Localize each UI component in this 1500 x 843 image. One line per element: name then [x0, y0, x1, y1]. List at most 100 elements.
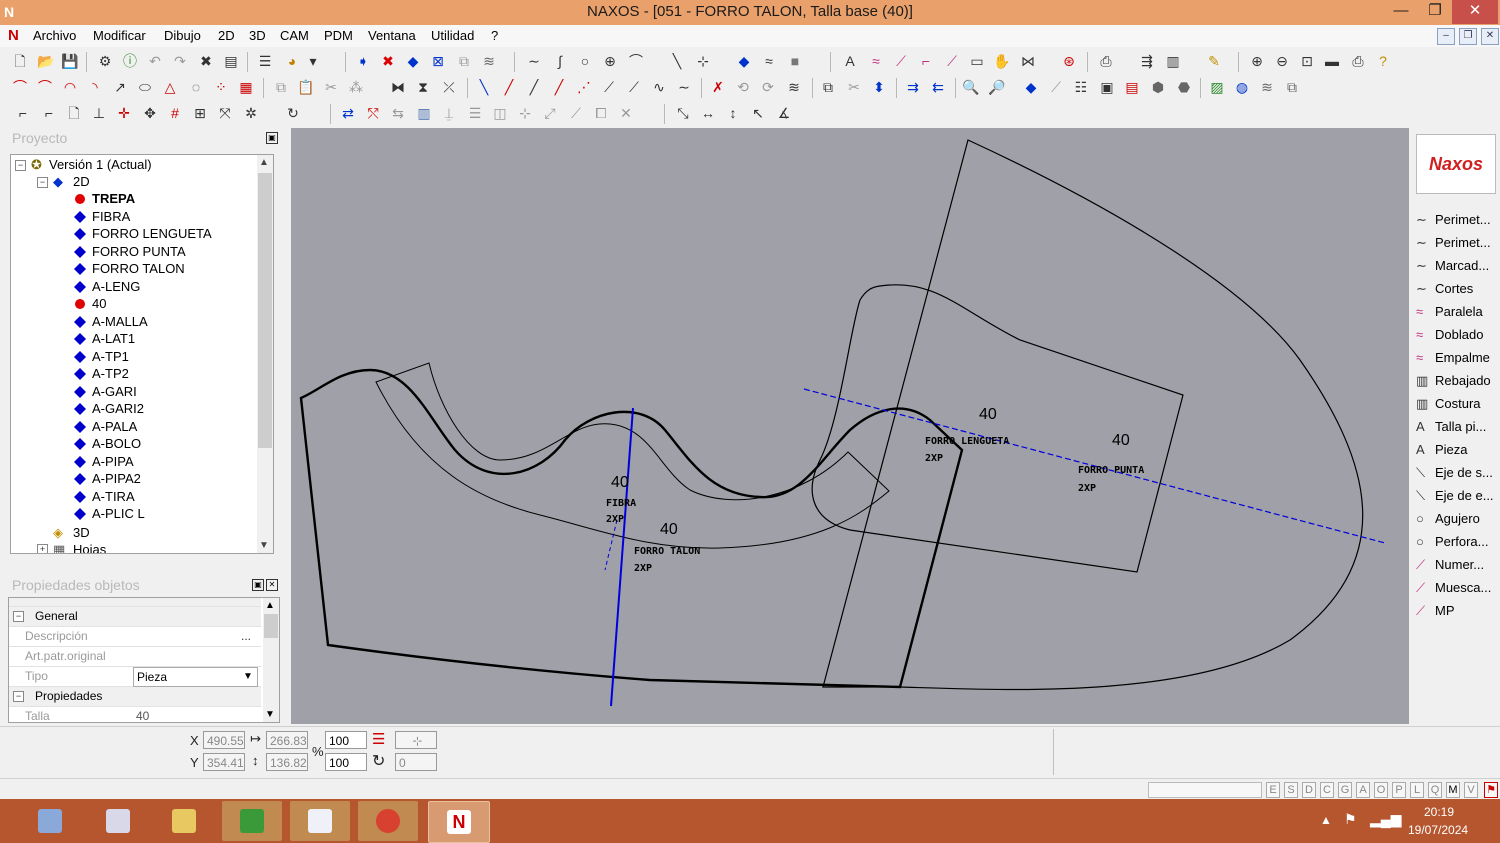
cross-icon[interactable]: ✛ [115, 104, 133, 122]
arc-red-4-icon[interactable]: ◝ [86, 78, 104, 96]
expand-root-icon[interactable]: − [15, 160, 26, 171]
status-key-p[interactable]: P [1392, 782, 1406, 798]
zoom-in-icon[interactable]: ⊕ [1248, 52, 1266, 70]
rectangle-tool-icon[interactable]: ▭ [968, 52, 986, 70]
cut-icon[interactable]: ✂ [322, 78, 340, 96]
tree-item[interactable]: A-MALLA [73, 313, 148, 330]
magnify-minus-icon[interactable]: 🔎 [988, 78, 1006, 96]
palette-item[interactable]: ∼ Cortes [1416, 278, 1496, 300]
tray-flag-icon[interactable]: ⚑ [1344, 811, 1357, 828]
palette-item[interactable]: A Talla pi... [1416, 416, 1496, 438]
settings-gear-icon[interactable]: ⚙ [96, 52, 114, 70]
tree-item[interactable]: A-PALA [73, 418, 137, 435]
point-tool-icon[interactable]: ⊕ [601, 52, 619, 70]
prop-scroll-up-icon[interactable]: ▲ [265, 600, 275, 611]
table-icon[interactable]: ☰ [466, 104, 484, 122]
tree-item[interactable]: A-LAT1 [73, 330, 135, 347]
status-key-d[interactable]: D [1302, 782, 1316, 798]
zoom-out-icon[interactable]: ⊖ [1273, 52, 1291, 70]
vertical-measure-icon[interactable]: ↕ [724, 104, 742, 122]
chrome-taskbar-button[interactable] [358, 801, 418, 841]
page-icon[interactable]: 🗋 [65, 104, 83, 122]
globe-icon[interactable]: ◍ [1233, 78, 1251, 96]
stack-icon[interactable]: ≋ [1258, 78, 1276, 96]
red-line-icon[interactable]: ╱ [500, 78, 518, 96]
menu-utilidad[interactable]: Utilidad [431, 28, 474, 43]
properties-close-icon[interactable]: ✕ [266, 579, 278, 591]
align-vert-icon[interactable]: ⍊ [440, 104, 458, 122]
height-field[interactable]: 136.82 [266, 753, 308, 771]
tree-item[interactable]: FIBRA [73, 208, 130, 225]
diag-measure-icon[interactable]: ⤡ [674, 104, 692, 122]
tree-item[interactable]: 40 [75, 295, 106, 312]
spline-tool-icon[interactable]: ∫ [551, 52, 569, 70]
disabled-tool-icon[interactable]: ⟋ [1047, 78, 1065, 96]
wave-tool-icon[interactable]: ≈ [760, 52, 778, 70]
descripcion-ellipsis-button[interactable]: ... [241, 627, 251, 646]
prop-scroll-down-icon[interactable]: ▼ [265, 709, 275, 720]
image-icon[interactable]: ▨ [1208, 78, 1226, 96]
collapse-general-icon[interactable]: − [13, 611, 24, 622]
shape-icon[interactable]: ⬢ [1149, 78, 1167, 96]
y-coordinate-field[interactable]: 354.41 [203, 753, 245, 771]
x-grey-icon[interactable]: ✕ [617, 104, 635, 122]
collapse-propiedades-icon[interactable]: − [13, 691, 24, 702]
scale-apply-icon[interactable]: ☰ [372, 730, 385, 748]
marker-icon[interactable]: ✎ [1205, 52, 1223, 70]
mark-tool-icon[interactable]: ◆ [735, 52, 753, 70]
copy-icon[interactable]: ⧉ [272, 78, 290, 96]
angle-measure-icon[interactable]: ∡ [775, 104, 793, 122]
new-file-icon[interactable]: 🗋 [11, 52, 29, 70]
up-down-arrows-icon[interactable]: ⬍ [870, 78, 888, 96]
width-field[interactable]: 266.83 [266, 731, 308, 749]
status-key-l[interactable]: L [1410, 782, 1424, 798]
snap-icon[interactable]: ✲ [242, 104, 260, 122]
palette-item[interactable]: ≈ Empalme [1416, 347, 1496, 369]
palette-item[interactable]: ⟋ Muesca... [1416, 577, 1496, 599]
distribute-icon[interactable]: ☷ [1072, 78, 1090, 96]
menu-archivo[interactable]: Archivo [33, 28, 76, 43]
prop-talla[interactable]: Talla 40 [9, 707, 261, 722]
menu-cam[interactable]: CAM [280, 28, 309, 43]
database-icon[interactable]: ▥ [415, 104, 433, 122]
status-key-s[interactable]: S [1284, 782, 1298, 798]
piece-arrows-icon[interactable]: ⇄ [339, 104, 357, 122]
diag-line-icon[interactable]: ╲ [475, 78, 493, 96]
naxos-taskbar-button[interactable]: N [428, 801, 490, 843]
mirror-icon[interactable]: ⧓ [389, 78, 407, 96]
move-icon[interactable]: ⁂ [347, 78, 365, 96]
arc-black-icon[interactable]: ↗ [111, 78, 129, 96]
mdi-restore-button[interactable]: ❐ [1459, 28, 1477, 45]
palette-item[interactable]: ∼ Perimet... [1416, 209, 1496, 231]
tangent-icon[interactable]: ╱ [525, 78, 543, 96]
palette-item[interactable]: A Pieza [1416, 439, 1496, 461]
triangle-icon[interactable]: △ [161, 78, 179, 96]
properties-icon[interactable]: ▤ [222, 52, 240, 70]
move-cross-icon[interactable]: ✥ [141, 104, 159, 122]
tree-item[interactable]: A-LENG [73, 278, 140, 295]
columns-icon[interactable]: ◫ [491, 104, 509, 122]
palette-item[interactable]: ⟋ MP [1416, 600, 1496, 622]
info-icon[interactable]: ⓘ [121, 52, 139, 70]
tree-item[interactable]: A-PIPA [73, 453, 134, 470]
pin-line-icon[interactable]: ╱ [550, 78, 568, 96]
fill-tool-icon[interactable]: ■ [786, 52, 804, 70]
tree-item[interactable]: A-PIPA2 [73, 470, 141, 487]
ruler-icon[interactable]: ▬ [1323, 52, 1341, 70]
node-grey-icon[interactable]: ⊹ [516, 104, 534, 122]
tree-group-2d[interactable]: ◆ 2D [53, 173, 90, 190]
wave-line-icon[interactable]: ∿ [650, 78, 668, 96]
panel-pin-icon[interactable]: ▣ [266, 132, 278, 144]
smooth-line-icon[interactable]: ∼ [675, 78, 693, 96]
save-icon[interactable]: 💾 [61, 52, 79, 70]
scroll-up-icon[interactable]: ▲ [259, 157, 269, 168]
zoom-window-icon[interactable]: ⊡ [1298, 52, 1316, 70]
tree-group-hojas[interactable]: ▦ Hojas [53, 541, 106, 553]
join-pieces-icon[interactable]: ⇉ [904, 78, 922, 96]
close-button[interactable]: ✕ [1452, 0, 1498, 24]
tray-network-icon[interactable]: ▂▄▆ [1370, 811, 1401, 828]
piece-grey-icon[interactable]: ⇆ [389, 104, 407, 122]
palette-item[interactable]: ∼ Marcad... [1416, 255, 1496, 277]
piece-frame-icon[interactable]: ⊠ [429, 52, 447, 70]
tree-item[interactable]: A-PLIC L [73, 505, 145, 522]
